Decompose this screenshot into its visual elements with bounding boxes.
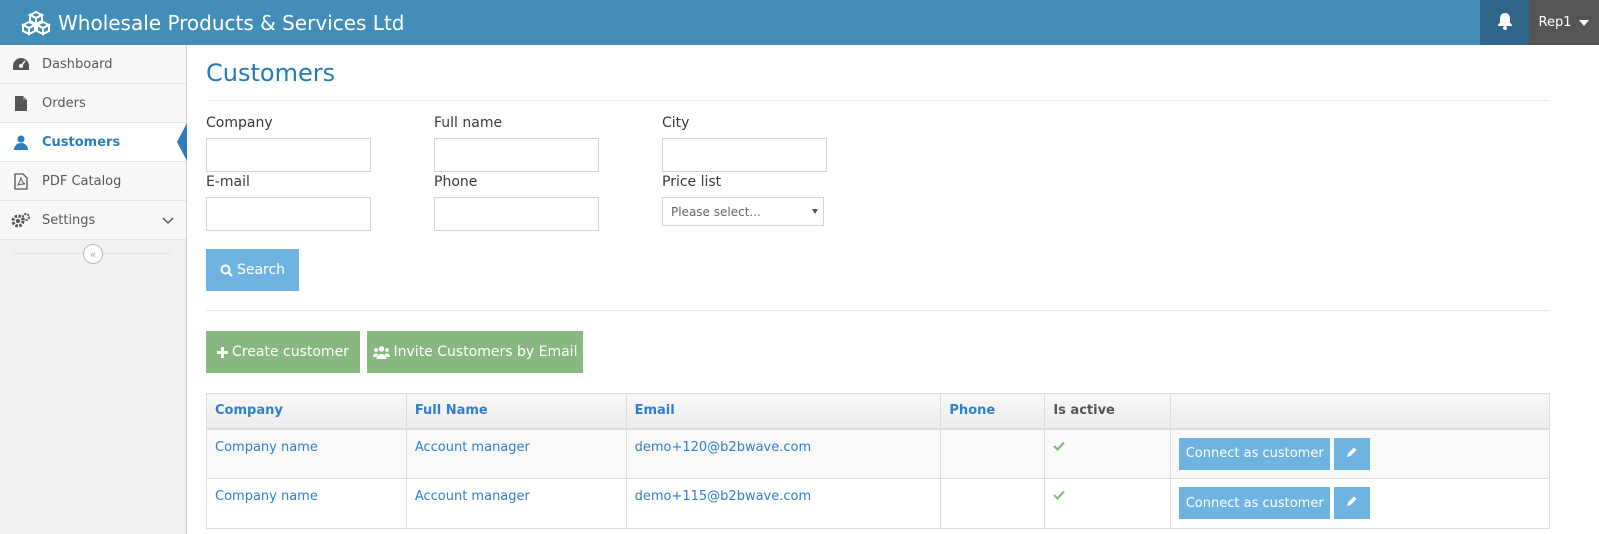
sidebar-item-label: Orders [42, 95, 86, 111]
edit-button[interactable] [1334, 487, 1371, 519]
column-header-phone[interactable]: Phone [940, 393, 1046, 430]
brand[interactable]: Wholesale Products & Services Ltd [20, 0, 404, 45]
divider [206, 310, 1549, 311]
cubes-icon [20, 7, 52, 39]
pricelist-select[interactable]: Please select... [662, 197, 824, 226]
file-icon [0, 95, 42, 112]
cell-actions: Connect as customer [1170, 428, 1550, 479]
app-title: Wholesale Products & Services Ltd [58, 10, 405, 35]
connect-as-customer-button[interactable]: Connect as customer [1179, 487, 1331, 519]
cell-is-active [1044, 428, 1172, 479]
create-customer-label: Create customer [232, 344, 349, 360]
edit-button[interactable] [1334, 437, 1371, 470]
cell-full-name[interactable]: Account manager [405, 478, 627, 529]
sidebar-collapse-bar: « [0, 240, 186, 267]
customers-table: Company Full Name Email Phone Is active … [206, 393, 1550, 529]
fullname-input[interactable] [434, 138, 599, 172]
fullname-label: Full name [434, 115, 503, 131]
column-header-full-name[interactable]: Full Name [405, 393, 627, 430]
pdf-icon [0, 172, 42, 190]
user-menu[interactable]: Rep1 [1529, 0, 1599, 45]
user-name: Rep1 [1538, 15, 1572, 30]
bell-icon [1497, 12, 1513, 34]
email-label: E-mail [206, 174, 250, 190]
pencil-icon [1346, 446, 1358, 462]
check-icon [1053, 440, 1066, 455]
sidebar-item-settings[interactable]: Settings [0, 201, 186, 240]
sidebar-item-pdf-catalog[interactable]: PDF Catalog [0, 162, 186, 201]
pricelist-label: Price list [662, 174, 722, 190]
company-input[interactable] [206, 138, 371, 172]
user-icon [0, 135, 42, 150]
column-header-actions [1170, 393, 1550, 430]
sidebar-item-label: Dashboard [42, 56, 113, 72]
sidebar-item-label: Settings [42, 212, 96, 228]
sidebar-item-label: Customers [42, 134, 121, 150]
city-input[interactable] [662, 138, 827, 172]
column-header-email[interactable]: Email [625, 393, 942, 430]
cell-is-active [1044, 478, 1172, 529]
main-content: Customers Company Full name City E-mail … [187, 45, 1599, 534]
cell-phone [940, 428, 1046, 479]
email-input[interactable] [206, 197, 371, 231]
pricelist-selected-value: Please select... [671, 204, 761, 219]
company-label: Company [206, 115, 273, 131]
page-title: Customers [206, 59, 336, 87]
gears-icon [0, 212, 42, 228]
invite-customers-label: Invite Customers by Email [393, 344, 578, 360]
check-icon [1053, 489, 1066, 504]
search-icon [220, 264, 233, 277]
table-row: Company name Account manager demo+115@b2… [206, 478, 1550, 529]
sidebar-item-dashboard[interactable]: Dashboard [0, 45, 186, 84]
cell-email[interactable]: demo+115@b2bwave.com [625, 478, 942, 529]
dashboard-icon [0, 57, 42, 71]
phone-label: Phone [434, 174, 478, 190]
notifications-button[interactable] [1480, 0, 1529, 45]
double-chevron-left-icon: « [89, 247, 97, 261]
sidebar-item-orders[interactable]: Orders [0, 84, 186, 123]
users-icon [372, 345, 390, 359]
invite-customers-button[interactable]: Invite Customers by Email [367, 331, 583, 373]
create-customer-button[interactable]: Create customer [206, 331, 360, 373]
pencil-icon [1346, 495, 1358, 511]
cell-company[interactable]: Company name [206, 478, 407, 529]
column-header-is-active: Is active [1044, 393, 1172, 430]
collapse-sidebar-button[interactable]: « [83, 244, 103, 264]
table-header-row: Company Full Name Email Phone Is active [206, 393, 1550, 430]
caret-down-icon [1579, 19, 1590, 26]
caret-down-icon [812, 209, 818, 214]
table-row: Company name Account manager demo+120@b2… [206, 428, 1550, 479]
sidebar-item-customers[interactable]: Customers [0, 123, 187, 162]
cell-email[interactable]: demo+120@b2bwave.com [625, 428, 942, 479]
cell-actions: Connect as customer [1170, 478, 1550, 529]
connect-as-customer-button[interactable]: Connect as customer [1179, 437, 1331, 470]
chevron-down-icon [162, 214, 174, 229]
search-button[interactable]: Search [206, 249, 299, 291]
cell-company[interactable]: Company name [206, 428, 407, 479]
cell-phone [940, 478, 1046, 529]
column-header-company[interactable]: Company [206, 393, 407, 430]
plus-icon [217, 346, 229, 358]
top-navbar: Wholesale Products & Services Ltd Rep1 [0, 0, 1599, 45]
sidebar-item-label: PDF Catalog [42, 173, 122, 189]
cell-full-name[interactable]: Account manager [405, 428, 627, 479]
sidebar: Dashboard Orders Customers PDF Catalog S… [0, 45, 187, 534]
divider [206, 100, 1549, 101]
city-label: City [662, 115, 690, 131]
search-button-label: Search [236, 262, 286, 278]
phone-input[interactable] [434, 197, 599, 231]
